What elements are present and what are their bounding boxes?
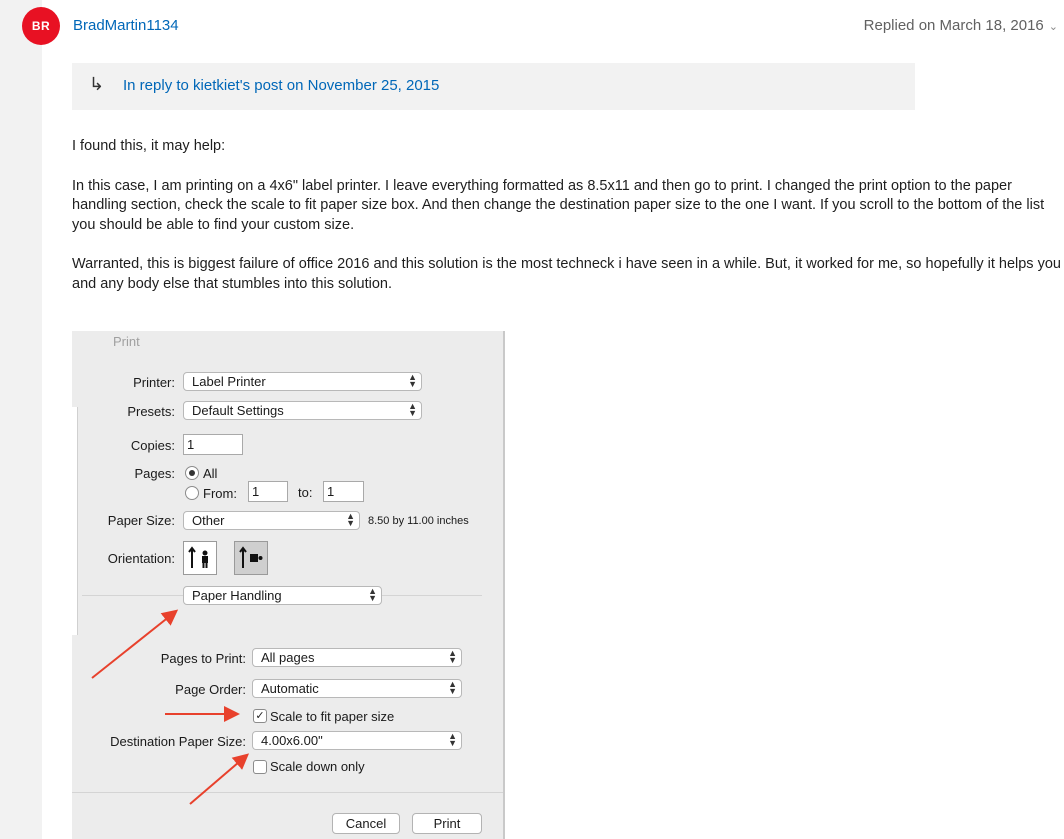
printer-select[interactable]: Label Printer ▲ ▼: [183, 372, 422, 391]
cancel-button[interactable]: Cancel: [332, 813, 400, 834]
copies-field[interactable]: 1: [183, 434, 243, 455]
portrait-orientation-icon[interactable]: [183, 541, 217, 575]
post-paragraph: Warranted, this is biggest failure of of…: [72, 256, 1061, 292]
section-select[interactable]: Paper Handling ▲ ▼: [183, 586, 382, 605]
avatar[interactable]: BR: [22, 7, 60, 45]
pages-from-radio[interactable]: [185, 486, 199, 500]
pages-label: Pages:: [134, 466, 175, 481]
post-body: I found this, it may help: In this case,…: [72, 137, 1062, 314]
print-dialog-screenshot: Print Printer: Label Printer ▲ ▼ Presets:…: [72, 331, 505, 839]
scale-fit-label: Scale to fit paper size: [270, 709, 395, 724]
pages-to-print-label: Pages to Print:: [160, 651, 246, 666]
post-paragraph: In this case, I am printing on a 4x6" la…: [72, 177, 1045, 233]
pages-all-label: All: [203, 466, 218, 481]
updown-arrows-icon: ▲ ▼: [408, 401, 417, 418]
paper-size-select[interactable]: Other ▲ ▼: [183, 511, 360, 530]
printer-label: Printer:: [133, 375, 175, 390]
print-button[interactable]: Print: [412, 813, 482, 834]
scale-fit-checkbox[interactable]: ✓: [253, 709, 267, 723]
divider: [72, 792, 505, 793]
section-select-value: Paper Handling: [192, 588, 282, 603]
pages-to-label: to:: [298, 485, 313, 500]
page-order-label: Page Order:: [175, 682, 246, 697]
presets-label: Presets:: [127, 404, 175, 419]
updown-arrows-icon: ▲ ▼: [448, 648, 457, 665]
page-order-select[interactable]: Automatic ▲ ▼: [252, 679, 462, 698]
paper-size-dimensions: 8.50 by 11.00 inches: [368, 515, 469, 527]
landscape-orientation-glyph: [239, 546, 263, 568]
pages-from-field[interactable]: 1: [248, 481, 288, 502]
paper-size-select-value: Other: [192, 513, 225, 528]
replied-date-text: Replied on March 18, 2016: [863, 17, 1044, 34]
dest-size-label: Destination Paper Size:: [110, 734, 246, 749]
username-link[interactable]: BradMartin1134: [73, 17, 179, 34]
portrait-orientation-glyph: [188, 546, 208, 568]
landscape-orientation-icon[interactable]: [234, 541, 268, 575]
presets-select-value: Default Settings: [192, 403, 284, 418]
reply-link[interactable]: In reply to kietkiet's post on November …: [123, 77, 439, 94]
chevron-down-icon[interactable]: ⌄: [1049, 21, 1058, 33]
printer-select-value: Label Printer: [192, 374, 266, 389]
pages-to-print-value: All pages: [261, 650, 315, 665]
updown-arrows-icon: ▲ ▼: [368, 586, 377, 603]
updown-arrows-icon: ▲ ▼: [448, 731, 457, 748]
checkmark-icon: ✓: [255, 710, 265, 722]
dest-size-select[interactable]: 4.00x6.00" ▲ ▼: [252, 731, 462, 750]
reply-arrow-icon: ↳: [89, 74, 105, 94]
dialog-edge: [503, 331, 505, 839]
pages-from-label: From:: [203, 486, 237, 501]
pages-to-print-select[interactable]: All pages ▲ ▼: [252, 648, 462, 667]
page-order-value: Automatic: [261, 681, 319, 696]
scale-down-label: Scale down only: [270, 759, 365, 774]
presets-select[interactable]: Default Settings ▲ ▼: [183, 401, 422, 420]
copies-label: Copies:: [130, 438, 175, 453]
updown-arrows-icon: ▲ ▼: [448, 679, 457, 696]
updown-arrows-icon: ▲ ▼: [346, 511, 355, 528]
left-rail: [0, 0, 42, 839]
orientation-label: Orientation:: [107, 551, 175, 566]
replied-date[interactable]: Replied on March 18, 2016 ⌄: [864, 17, 1058, 34]
pages-to-field[interactable]: 1: [323, 481, 364, 502]
updown-arrows-icon: ▲ ▼: [408, 372, 417, 389]
dialog-title: Print: [113, 334, 140, 349]
pages-all-radio[interactable]: [185, 466, 199, 480]
reply-reference: ↳ In reply to kietkiet's post on Novembe…: [72, 63, 915, 110]
dest-size-value: 4.00x6.00": [261, 733, 323, 748]
post-paragraph: I found this, it may help:: [72, 138, 226, 154]
paper-size-label: Paper Size:: [107, 513, 175, 528]
scale-down-checkbox[interactable]: [253, 760, 267, 774]
dialog-preview-edge: [72, 407, 78, 635]
